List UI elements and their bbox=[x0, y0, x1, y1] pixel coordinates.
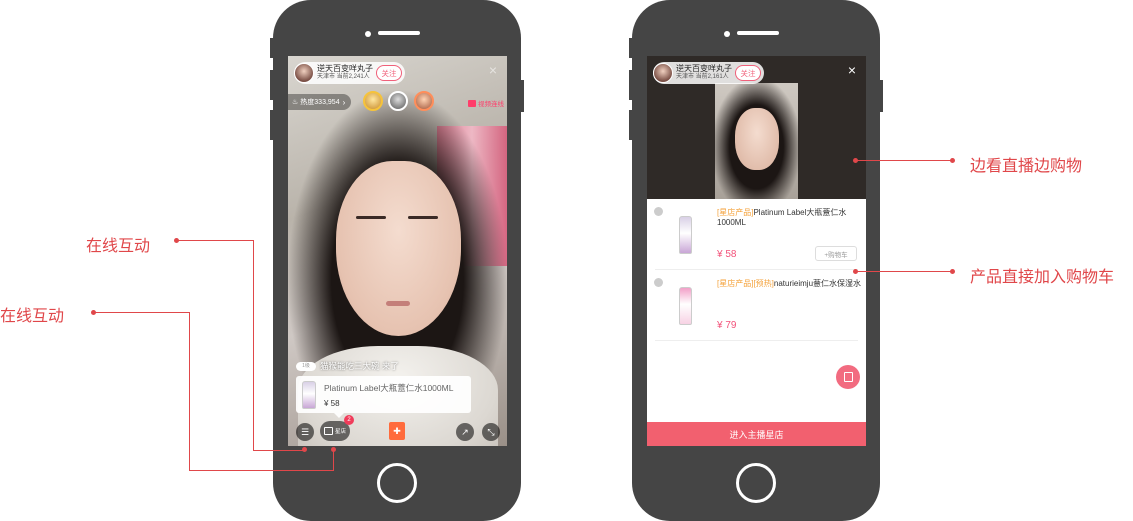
product-tag: [星店产品] bbox=[717, 208, 754, 217]
flame-icon: ♨ bbox=[292, 99, 299, 106]
share-icon[interactable]: ↗ bbox=[456, 423, 474, 441]
follow-button[interactable]: 关注 bbox=[735, 65, 761, 81]
viewer-avatar[interactable] bbox=[414, 91, 434, 111]
chevron-right-icon: › bbox=[342, 97, 346, 107]
shop-count-badge: 2 bbox=[344, 415, 354, 425]
product-title: [星店产品][预热]naturieimju薏仁水保湿水 bbox=[717, 279, 865, 289]
cart-fab-button[interactable] bbox=[836, 365, 860, 389]
product-price: ¥ 79 bbox=[717, 320, 737, 331]
heat-label: 热度333,954 bbox=[300, 99, 340, 106]
chat-message-text: 猫猴能吃三大碗 来了 bbox=[320, 361, 399, 371]
phone-frame-shop: 逆天百变咩丸子 天津市 当前2,161人 关注 × [星店产品]Platinum… bbox=[629, 0, 883, 521]
product-popup-card[interactable]: Platinum Label大瓶薏仁水1000ML ¥ 58 bbox=[296, 376, 471, 418]
video-link-button[interactable]: 视频连线 bbox=[468, 98, 504, 108]
chat-icon[interactable]: ☰ bbox=[296, 423, 314, 441]
callout-add-to-cart: 产品直接加入购物车 bbox=[970, 269, 1115, 286]
shop-screen: 逆天百变咩丸子 天津市 当前2,161人 关注 × [星店产品]Platinum… bbox=[647, 56, 866, 446]
streamer-header: 逆天百变咩丸子 天津市 当前2,161人 关注 bbox=[653, 62, 764, 84]
video-link-label: 视频连线 bbox=[478, 101, 504, 108]
callout-online-interaction-top: 在线互动 bbox=[86, 238, 151, 255]
list-item[interactable]: [星店产品]Platinum Label大瓶薏仁水1000ML ¥ 58 +购物… bbox=[654, 199, 858, 270]
product-image bbox=[302, 380, 316, 409]
streamer-name: 逆天百变咩丸子 bbox=[676, 64, 732, 73]
shop-button-label: 星店 bbox=[334, 429, 346, 435]
shop-button[interactable]: 星店 2 bbox=[320, 415, 354, 441]
product-title-text: naturieimju薏仁水保湿水 bbox=[773, 279, 862, 288]
callout-online-interaction-bottom: 在线互动 bbox=[0, 308, 65, 325]
tv-icon bbox=[468, 99, 476, 107]
close-icon[interactable]: × bbox=[848, 63, 856, 77]
home-button[interactable] bbox=[377, 463, 417, 503]
streamer-header: 逆天百变咩丸子 天津市 当前2,241人 关注 bbox=[294, 62, 405, 84]
item-index bbox=[654, 207, 663, 216]
gift-icon[interactable]: ✚ bbox=[389, 422, 405, 440]
shop-bag-icon bbox=[323, 427, 333, 435]
product-name: Platinum Label大瓶薏仁水1000ML bbox=[324, 382, 454, 393]
earpiece-speaker bbox=[737, 31, 779, 35]
follow-button[interactable]: 关注 bbox=[376, 65, 402, 81]
streamer-avatar[interactable] bbox=[294, 63, 314, 83]
list-item[interactable]: [星店产品][预热]naturieimju薏仁水保湿水 ¥ 79 bbox=[654, 270, 861, 341]
chat-message: 1级 猫猴能吃三大碗 来了 bbox=[296, 360, 399, 372]
item-index bbox=[654, 278, 663, 287]
product-price: ¥ 58 bbox=[717, 249, 737, 260]
phone-frame-live: 逆天百变咩丸子 天津市 当前2,241人 关注 × ♨ 热度333,954 › … bbox=[270, 0, 524, 521]
close-icon[interactable]: × bbox=[489, 63, 497, 77]
enter-store-button[interactable]: 进入主播星店 bbox=[647, 422, 866, 446]
product-price: ¥ 58 bbox=[324, 398, 340, 408]
location-viewers: 天津市 当前2,241人 bbox=[317, 74, 370, 80]
heat-indicator[interactable]: ♨ 热度333,954 › bbox=[288, 94, 352, 110]
user-level-badge: 1级 bbox=[296, 361, 316, 371]
product-image bbox=[679, 216, 692, 254]
viewer-avatar[interactable] bbox=[363, 91, 383, 111]
location-viewers: 天津市 当前2,161人 bbox=[676, 74, 729, 80]
front-camera bbox=[724, 31, 730, 37]
live-stream-screen[interactable]: 逆天百变咩丸子 天津市 当前2,241人 关注 × ♨ 热度333,954 › … bbox=[288, 56, 507, 446]
product-tag: [星店产品][预热] bbox=[717, 279, 774, 288]
streamer-name: 逆天百变咩丸子 bbox=[317, 64, 373, 73]
product-title: [星店产品]Platinum Label大瓶薏仁水1000ML bbox=[717, 208, 865, 228]
home-button[interactable] bbox=[736, 463, 776, 503]
product-image bbox=[679, 287, 692, 325]
viewer-avatar[interactable] bbox=[388, 91, 408, 111]
streamer-avatar[interactable] bbox=[653, 63, 673, 83]
earpiece-speaker bbox=[378, 31, 420, 35]
product-list: [星店产品]Platinum Label大瓶薏仁水1000ML ¥ 58 +购物… bbox=[647, 199, 866, 341]
shopping-bag-icon bbox=[843, 372, 853, 382]
add-to-cart-button[interactable]: +购物车 bbox=[815, 246, 857, 261]
callout-watch-and-shop: 边看直播边购物 bbox=[970, 158, 1083, 175]
front-camera bbox=[365, 31, 371, 37]
minimize-icon[interactable]: ⤡ bbox=[482, 423, 500, 441]
